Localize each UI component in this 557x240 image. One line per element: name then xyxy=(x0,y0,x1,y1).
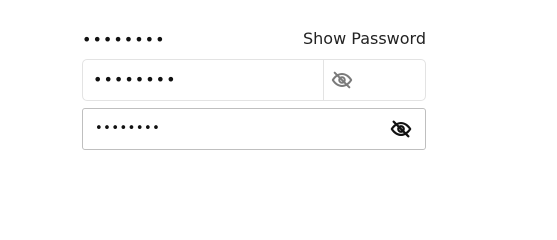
eye-slash-icon[interactable] xyxy=(331,69,353,91)
password-field-inline-icon[interactable]: •••••••• xyxy=(82,108,426,150)
eye-slash-icon[interactable] xyxy=(389,118,413,140)
show-password-link[interactable]: Show Password xyxy=(303,29,426,49)
password-field-bordered-addon[interactable]: •••••••• xyxy=(82,59,426,101)
password-field-value[interactable]: •••••••• xyxy=(93,69,177,91)
header-row: •••••••• Show Password xyxy=(82,28,426,52)
addon-divider xyxy=(323,60,324,100)
masked-password-text: •••••••• xyxy=(82,30,166,49)
password-field-value[interactable]: •••••••• xyxy=(95,119,160,139)
password-examples: •••••••• Show Password •••••••• •••••••• xyxy=(0,0,557,219)
